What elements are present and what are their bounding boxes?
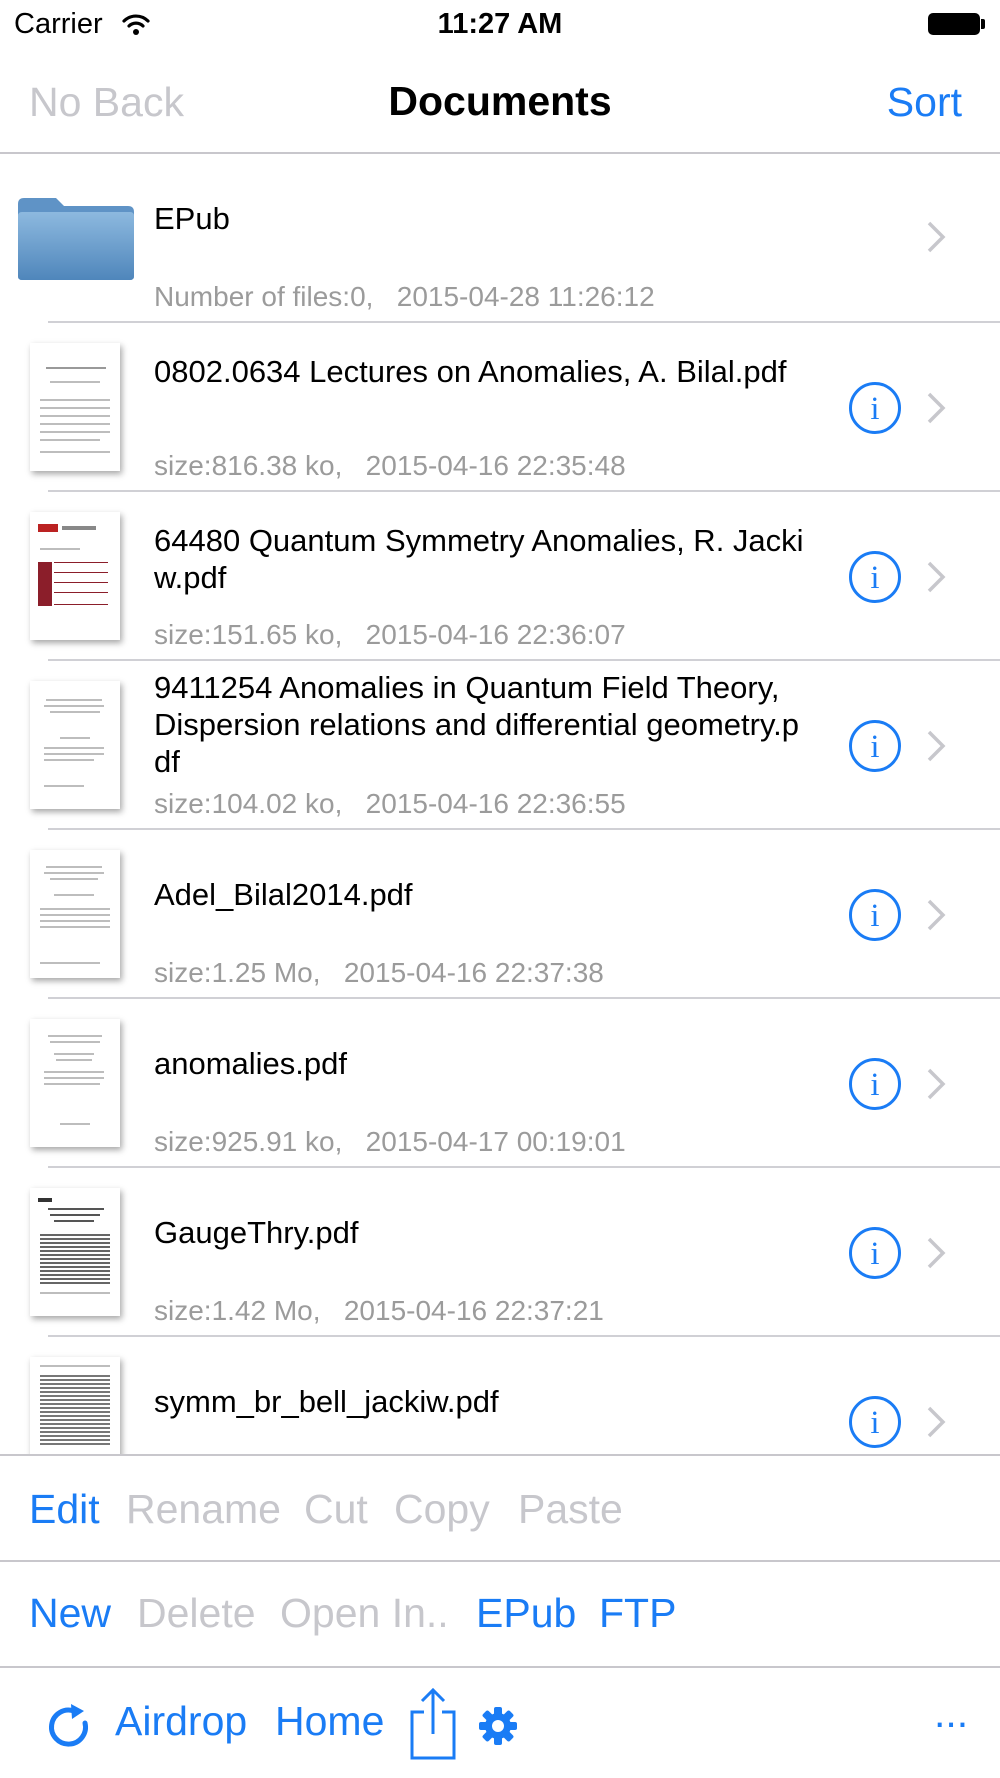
chevron-right-icon: [927, 392, 946, 424]
list-item[interactable]: 9411254 Anomalies in Quantum Field Theor…: [0, 661, 1000, 830]
svg-text:i: i: [870, 1405, 879, 1441]
row-meta: size:816.38 ko, 2015-04-16 22:35:48: [154, 450, 626, 481]
chevron-right-icon: [927, 1068, 946, 1100]
row-title: anomalies.pdf: [154, 1046, 348, 1081]
row-title: GaugeThry.pdf: [154, 1215, 359, 1250]
chevron-right-icon: [927, 899, 946, 931]
row-title: 0802.0634 Lectures on Anomalies, A. Bila…: [154, 354, 787, 389]
file-toolbar: New Delete Open In.. EPub FTP: [0, 1560, 1000, 1666]
info-icon[interactable]: i: [848, 381, 902, 435]
svg-text:i: i: [870, 1067, 879, 1103]
document-list[interactable]: EPub Number of files:0, 2015-04-28 11:26…: [0, 154, 1000, 1454]
list-item[interactable]: Adel_Bilal2014.pdf size:1.25 Mo, 2015-04…: [0, 830, 1000, 999]
airdrop-button[interactable]: Airdrop: [115, 1698, 247, 1745]
status-time: 11:27 AM: [437, 8, 563, 40]
battery-tip: [981, 19, 985, 29]
edit-button[interactable]: Edit: [29, 1486, 100, 1533]
info-icon[interactable]: i: [848, 719, 902, 773]
battery-icon: [928, 13, 980, 35]
chevron-right-icon: [927, 730, 946, 762]
copy-button[interactable]: Copy: [394, 1486, 490, 1533]
svg-text:i: i: [870, 898, 879, 934]
row-title: Adel_Bilal2014.pdf: [154, 877, 413, 912]
list-item[interactable]: symm_br_bell_jackiw.pdf i: [0, 1337, 1000, 1454]
refresh-icon[interactable]: [44, 1702, 94, 1752]
info-icon[interactable]: i: [848, 888, 902, 942]
pdf-thumbnail: [30, 343, 120, 471]
list-item-folder[interactable]: EPub Number of files:0, 2015-04-28 11:26…: [0, 154, 1000, 323]
row-title: 64480 Quantum Symmetry Anomalies, R. Jac…: [154, 523, 804, 595]
svg-text:i: i: [870, 560, 879, 596]
home-button[interactable]: Home: [275, 1698, 384, 1745]
gear-icon[interactable]: [478, 1706, 518, 1746]
page-title: Documents: [388, 78, 612, 124]
status-bar: Carrier 11:27 AM: [0, 0, 1000, 50]
sort-button[interactable]: Sort: [887, 79, 962, 126]
row-title: 9411254 Anomalies in Quantum Field Theor…: [154, 670, 800, 779]
svg-text:i: i: [870, 729, 879, 765]
rename-button[interactable]: Rename: [126, 1486, 281, 1533]
row-meta: size:925.91 ko, 2015-04-17 00:19:01: [154, 1126, 626, 1157]
row-meta: size:1.42 Mo, 2015-04-16 22:37:21: [154, 1295, 604, 1326]
svg-text:i: i: [870, 391, 879, 427]
folder-icon: [18, 198, 134, 280]
pdf-thumbnail: [30, 1357, 120, 1454]
navigation-bar: No Back Documents Sort: [0, 50, 1000, 154]
chevron-right-icon: [927, 1237, 946, 1269]
list-item[interactable]: 64480 Quantum Symmetry Anomalies, R. Jac…: [0, 492, 1000, 661]
info-icon[interactable]: i: [848, 550, 902, 604]
chevron-right-icon: [927, 561, 946, 593]
row-meta: Number of files:0, 2015-04-28 11:26:12: [154, 281, 655, 312]
more-button[interactable]: ...: [934, 1690, 968, 1737]
info-icon[interactable]: i: [848, 1395, 902, 1449]
pdf-thumbnail: [30, 1188, 120, 1316]
new-button[interactable]: New: [29, 1590, 111, 1637]
ftp-button[interactable]: FTP: [599, 1590, 676, 1637]
pdf-thumbnail: [30, 681, 120, 809]
row-meta: size:104.02 ko, 2015-04-16 22:36:55: [154, 788, 626, 819]
epub-button[interactable]: EPub: [476, 1590, 576, 1637]
cut-button[interactable]: Cut: [304, 1486, 368, 1533]
info-icon[interactable]: i: [848, 1226, 902, 1280]
chevron-right-icon: [927, 1406, 946, 1438]
chevron-right-icon: [927, 221, 946, 253]
paste-button[interactable]: Paste: [518, 1486, 623, 1533]
svg-text:i: i: [870, 1236, 879, 1272]
open-in-button[interactable]: Open In..: [280, 1590, 449, 1637]
pdf-thumbnail: [30, 850, 120, 978]
delete-button[interactable]: Delete: [137, 1590, 256, 1637]
list-item[interactable]: anomalies.pdf size:925.91 ko, 2015-04-17…: [0, 999, 1000, 1168]
pdf-thumbnail: [30, 512, 120, 640]
row-title: EPub: [154, 201, 230, 236]
pdf-thumbnail: [30, 1019, 120, 1147]
share-icon[interactable]: [408, 1688, 458, 1762]
row-meta: size:1.25 Mo, 2015-04-16 22:37:38: [154, 957, 604, 988]
info-icon[interactable]: i: [848, 1057, 902, 1111]
row-meta: size:151.65 ko, 2015-04-16 22:36:07: [154, 619, 626, 650]
edit-toolbar: Edit Rename Cut Copy Paste: [0, 1454, 1000, 1560]
list-item[interactable]: GaugeThry.pdf size:1.42 Mo, 2015-04-16 2…: [0, 1168, 1000, 1337]
action-toolbar: Airdrop Home ...: [0, 1666, 1000, 1778]
list-item[interactable]: 0802.0634 Lectures on Anomalies, A. Bila…: [0, 323, 1000, 492]
row-title: symm_br_bell_jackiw.pdf: [154, 1384, 499, 1419]
